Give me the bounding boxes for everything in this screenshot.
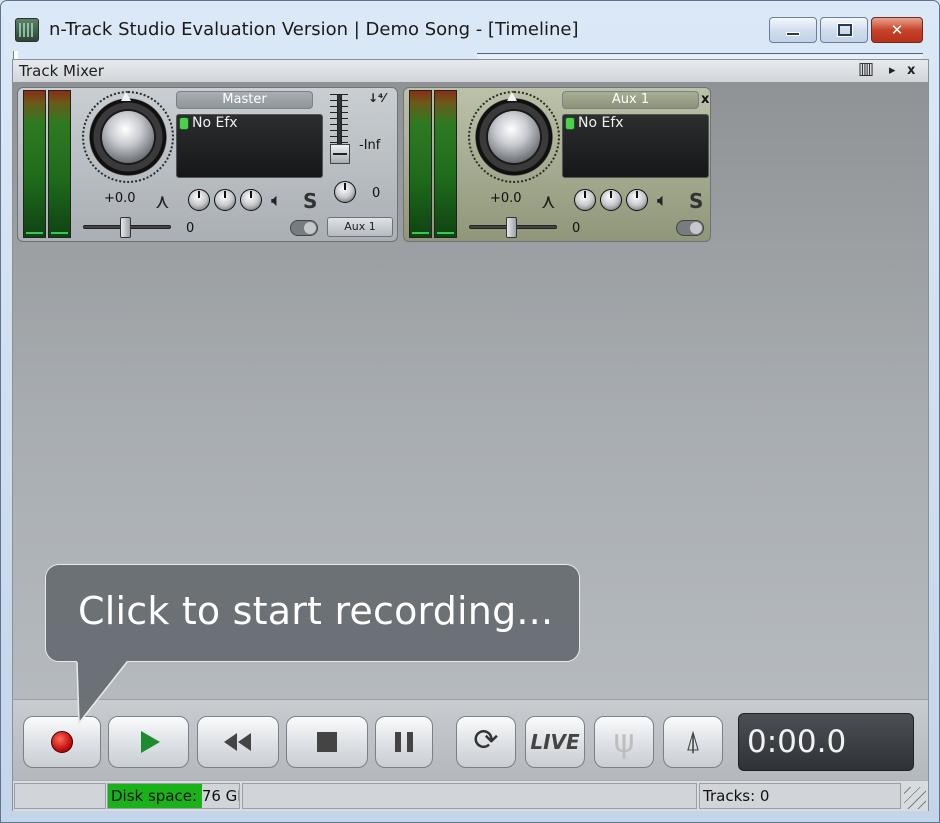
columns-icon[interactable]: ▥ (858, 61, 874, 78)
loop-button[interactable]: ⟳ (456, 716, 516, 768)
record-button[interactable] (23, 716, 101, 768)
eq-low-knob[interactable] (574, 189, 596, 211)
minimize-button[interactable] (769, 17, 817, 43)
pause-icon-2 (407, 732, 413, 752)
strip-name-aux1[interactable]: Aux 1 (562, 91, 699, 109)
efx-led-icon[interactable] (565, 117, 575, 130)
transport-bar: ⟳ LIVE ψ ⍋ 0:00.0 (13, 699, 928, 781)
efx-label: No Efx (192, 115, 238, 131)
status-bar: Disk space: 76 GB Tracks: 0 (13, 780, 928, 811)
tracks-cell: Tracks: 0 (699, 783, 901, 809)
pan-value: 0 (186, 221, 195, 236)
rewind-icon (224, 733, 237, 751)
rewind-icon-2 (238, 733, 251, 751)
stop-button[interactable] (286, 716, 368, 768)
efx-slot[interactable]: No Efx (176, 114, 323, 178)
metronome-icon: ⍋ (684, 724, 702, 757)
vu-meter-right (48, 90, 71, 238)
panel-close-icon[interactable]: x (907, 63, 915, 79)
volume-value: +0.0 (490, 191, 522, 206)
efx-led-icon[interactable] (179, 117, 189, 130)
vu-meter-right (434, 90, 457, 238)
tuner-button[interactable]: ψ (594, 716, 654, 768)
pause-icon (395, 732, 401, 752)
play-icon (141, 731, 160, 753)
pan-value: 0 (572, 221, 581, 236)
record-icon (51, 731, 73, 753)
app-window: n-Track Studio Evaluation Version | Demo… (0, 0, 940, 823)
tracks-label: Tracks: 0 (703, 787, 770, 805)
metronome-button[interactable]: ⍋ (663, 716, 723, 768)
pause-button[interactable] (375, 716, 433, 768)
knob-pointer-icon (507, 92, 517, 101)
window-title: n-Track Studio Evaluation Version | Demo… (49, 19, 579, 40)
eq-high-knob[interactable] (240, 189, 262, 211)
eq-high-knob[interactable] (626, 189, 648, 211)
eq-mid-knob[interactable] (214, 189, 236, 211)
tooltip-text: Click to start recording... (78, 589, 554, 633)
status-cell-empty (14, 783, 106, 809)
aux-send-knob[interactable] (334, 181, 356, 203)
volume-knob[interactable] (474, 97, 554, 177)
efx-label: No Efx (578, 115, 624, 131)
aux1-channel-strip: Aux 1 x No Efx +0.0 ⋏ 🔈︎ S 0 (403, 87, 711, 242)
time-readout: 0:00.0 (747, 724, 847, 760)
eq-icon[interactable]: ⋏ (541, 191, 556, 211)
track-mixer-header: Track Mixer ▥ ▸ x (13, 60, 928, 83)
volume-value: +0.0 (104, 191, 136, 206)
play-button[interactable] (108, 716, 189, 768)
panel-title: Track Mixer (19, 62, 104, 80)
eq-low-knob[interactable] (188, 189, 210, 211)
solo-button[interactable]: S (689, 191, 703, 211)
volume-fader-thumb[interactable] (330, 144, 350, 164)
resize-grip-icon[interactable] (904, 787, 926, 809)
panel-arrow-icon[interactable]: ▸ (889, 63, 896, 79)
strip-close-icon[interactable]: x (701, 92, 709, 107)
mute-speaker-icon[interactable]: 🔈︎ (657, 191, 668, 211)
close-icon: ✕ (890, 21, 904, 39)
app-icon[interactable] (15, 18, 39, 42)
title-bar[interactable]: n-Track Studio Evaluation Version | Demo… (1, 1, 939, 61)
vu-meter-left (23, 90, 46, 238)
phase-toggle[interactable] (676, 220, 704, 236)
minimize-icon (786, 32, 800, 36)
live-button[interactable]: LIVE (525, 716, 585, 768)
maximize-icon (837, 23, 853, 37)
mdi-tab-left (13, 51, 18, 59)
live-label: LIVE (530, 730, 580, 754)
mute-speaker-icon[interactable]: 🔈︎ (271, 191, 282, 211)
vu-meter-left (409, 90, 432, 238)
strip-name-master[interactable]: Master (176, 91, 313, 109)
client-area: Track Mixer ▥ ▸ x Master No Efx ↓⁴⁄ -Inf… (12, 59, 929, 811)
loop-icon: ⟳ (473, 723, 499, 758)
pan-slider-thumb[interactable] (120, 217, 131, 238)
tuning-fork-icon: ψ (613, 722, 635, 760)
aux-output-button[interactable]: Aux 1 (327, 217, 393, 237)
record-tooltip: Click to start recording... (45, 564, 580, 662)
aux-send-value: 0 (372, 186, 381, 201)
status-cell-message (242, 783, 697, 809)
pan-slider-thumb[interactable] (506, 217, 517, 238)
disk-space-label: Disk space: 76 GB (111, 787, 240, 805)
eq-mid-knob[interactable] (600, 189, 622, 211)
route-icon[interactable]: ↓⁴⁄ (368, 91, 385, 105)
knob-pointer-icon (121, 92, 131, 101)
rewind-button[interactable] (197, 716, 279, 768)
master-channel-strip: Master No Efx ↓⁴⁄ -Inf 0 +0.0 ⋏ 🔈︎ S 0 A… (17, 87, 398, 242)
eq-icon[interactable]: ⋏ (155, 191, 170, 211)
maximize-button[interactable] (820, 17, 868, 43)
close-window-button[interactable]: ✕ (871, 17, 923, 43)
solo-button[interactable]: S (303, 191, 317, 211)
disk-space-cell: Disk space: 76 GB (107, 783, 240, 809)
time-display[interactable]: 0:00.0 (738, 713, 914, 771)
phase-toggle[interactable] (290, 220, 318, 236)
fader-level-label: -Inf (359, 138, 381, 153)
efx-slot[interactable]: No Efx (562, 114, 709, 178)
stop-icon (317, 732, 337, 752)
volume-knob[interactable] (88, 97, 168, 177)
